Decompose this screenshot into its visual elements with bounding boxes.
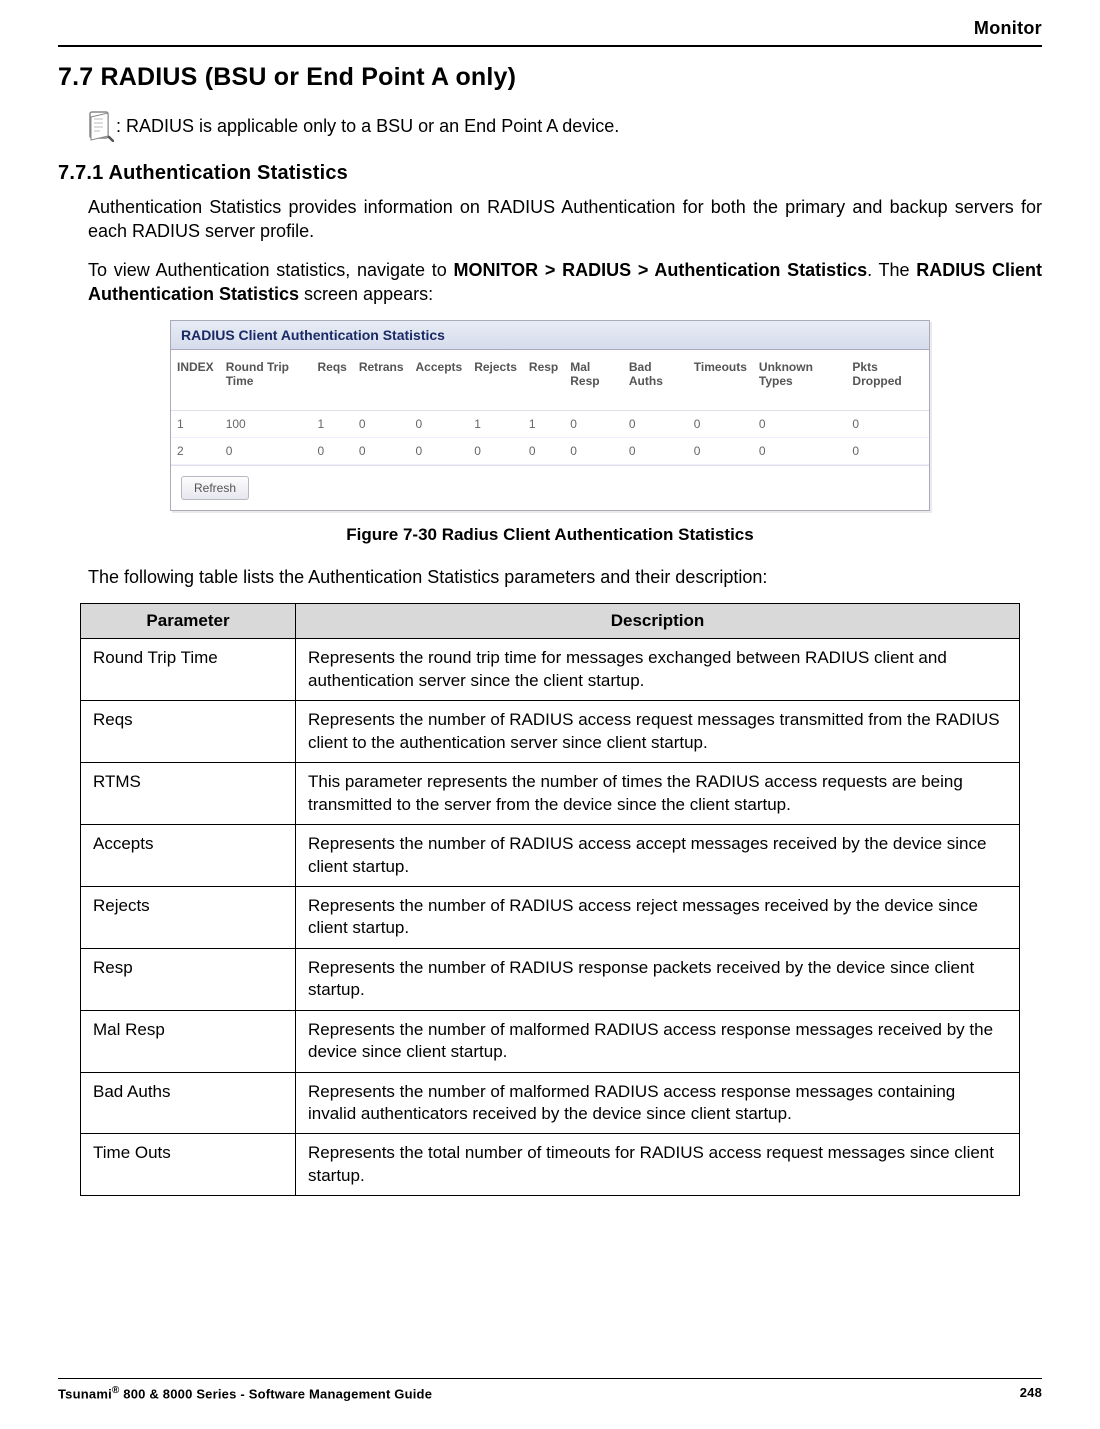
- param-name: Rejects: [81, 886, 296, 948]
- param-desc: Represents the number of malformed RADIU…: [296, 1072, 1020, 1134]
- cell: 2: [171, 438, 220, 465]
- param-name: Round Trip Time: [81, 639, 296, 701]
- cell: 0: [753, 411, 846, 438]
- p2-c: . The: [867, 260, 916, 280]
- cell: 0: [564, 411, 623, 438]
- param-row: RespRepresents the number of RADIUS resp…: [81, 948, 1020, 1010]
- param-row: Round Trip TimeRepresents the round trip…: [81, 639, 1020, 701]
- cell: 0: [468, 438, 523, 465]
- param-row: RejectsRepresents the number of RADIUS a…: [81, 886, 1020, 948]
- param-row: ReqsRepresents the number of RADIUS acce…: [81, 701, 1020, 763]
- param-desc: Represents the round trip time for messa…: [296, 639, 1020, 701]
- figure-caption: Figure 7-30 Radius Client Authentication…: [58, 525, 1042, 545]
- param-row: Mal RespRepresents the number of malform…: [81, 1010, 1020, 1072]
- section-title: RADIUS (BSU or End Point A only): [101, 63, 517, 91]
- cell: 1: [468, 411, 523, 438]
- cell: 1: [171, 411, 220, 438]
- cell: 0: [753, 438, 846, 465]
- param-desc: Represents the number of RADIUS access r…: [296, 886, 1020, 948]
- param-desc: This parameter represents the number of …: [296, 763, 1020, 825]
- page-number: 248: [1020, 1385, 1042, 1401]
- col-pktsdropped: Pkts Dropped: [846, 350, 929, 411]
- cell: 0: [220, 438, 312, 465]
- subsection-heading: 7.7.1 Authentication Statistics: [58, 162, 1042, 185]
- param-row: Time OutsRepresents the total number of …: [81, 1134, 1020, 1196]
- col-retrans: Retrans: [353, 350, 410, 411]
- page-footer: Tsunami® 800 & 8000 Series - Software Ma…: [58, 1378, 1042, 1401]
- refresh-button[interactable]: Refresh: [181, 476, 249, 500]
- table-intro: The following table lists the Authentica…: [88, 565, 1042, 589]
- cell: 0: [523, 438, 564, 465]
- param-desc: Represents the number of RADIUS response…: [296, 948, 1020, 1010]
- col-reqs: Reqs: [311, 350, 352, 411]
- col-timeouts: Timeouts: [688, 350, 753, 411]
- param-name: Resp: [81, 948, 296, 1010]
- cell: 0: [353, 411, 410, 438]
- footer-left: Tsunami® 800 & 8000 Series - Software Ma…: [58, 1385, 432, 1401]
- cell: 1: [523, 411, 564, 438]
- param-desc: Represents the total number of timeouts …: [296, 1134, 1020, 1196]
- p2-a: To view Authentication statistics, navig…: [88, 260, 454, 280]
- footer-rule: [58, 1378, 1042, 1379]
- note-text: : RADIUS is applicable only to a BSU or …: [116, 116, 619, 137]
- cell: 0: [353, 438, 410, 465]
- col-rejects: Rejects: [468, 350, 523, 411]
- section-number: 7.7: [58, 63, 93, 91]
- stats-table: INDEX Round Trip Time Reqs Retrans Accep…: [171, 350, 929, 465]
- subsection-title: Authentication Statistics: [109, 162, 348, 184]
- cell: 0: [564, 438, 623, 465]
- panel-title: RADIUS Client Authentication Statistics: [171, 321, 929, 350]
- cell: 0: [623, 438, 688, 465]
- paragraph-1: Authentication Statistics provides infor…: [88, 195, 1042, 244]
- param-name: Mal Resp: [81, 1010, 296, 1072]
- param-row: Bad AuthsRepresents the number of malfor…: [81, 1072, 1020, 1134]
- param-desc: Represents the number of malformed RADIU…: [296, 1010, 1020, 1072]
- col-index: INDEX: [171, 350, 220, 411]
- subsection-number: 7.7.1: [58, 162, 103, 184]
- table-row: 2 0 0 0 0 0 0 0 0 0 0 0: [171, 438, 929, 465]
- section-heading: 7.7 RADIUS (BSU or End Point A only): [58, 63, 1042, 92]
- paragraph-2: To view Authentication statistics, navig…: [88, 258, 1042, 307]
- cell: 0: [688, 438, 753, 465]
- p2-e: screen appears:: [299, 284, 433, 304]
- cell: 100: [220, 411, 312, 438]
- note-block: : RADIUS is applicable only to a BSU or …: [88, 110, 1042, 142]
- param-name: RTMS: [81, 763, 296, 825]
- cell: 0: [410, 411, 469, 438]
- params-col-description: Description: [296, 604, 1020, 639]
- running-header: Monitor: [58, 0, 1042, 45]
- param-name: Reqs: [81, 701, 296, 763]
- cell: 0: [688, 411, 753, 438]
- col-malresp: Mal Resp: [564, 350, 623, 411]
- param-name: Time Outs: [81, 1134, 296, 1196]
- param-name: Bad Auths: [81, 1072, 296, 1134]
- param-name: Accepts: [81, 825, 296, 887]
- cell: 0: [846, 438, 929, 465]
- cell: 0: [623, 411, 688, 438]
- col-accepts: Accepts: [410, 350, 469, 411]
- param-desc: Represents the number of RADIUS access r…: [296, 701, 1020, 763]
- cell: 0: [846, 411, 929, 438]
- embedded-screenshot: RADIUS Client Authentication Statistics …: [170, 320, 930, 511]
- cell: 0: [410, 438, 469, 465]
- param-desc: Represents the number of RADIUS access a…: [296, 825, 1020, 887]
- cell: 1: [311, 411, 352, 438]
- param-row: RTMSThis parameter represents the number…: [81, 763, 1020, 825]
- col-unknowntypes: Unknown Types: [753, 350, 846, 411]
- header-rule: [58, 45, 1042, 47]
- col-badauths: Bad Auths: [623, 350, 688, 411]
- col-rtt: Round Trip Time: [220, 350, 312, 411]
- params-col-parameter: Parameter: [81, 604, 296, 639]
- footer-series: 800 & 8000 Series - Software Management …: [119, 1386, 432, 1401]
- table-row: 1 100 1 0 0 1 1 0 0 0 0 0: [171, 411, 929, 438]
- col-resp: Resp: [523, 350, 564, 411]
- cell: 0: [311, 438, 352, 465]
- param-row: AcceptsRepresents the number of RADIUS a…: [81, 825, 1020, 887]
- footer-brand: Tsunami: [58, 1386, 112, 1401]
- note-icon: [88, 110, 114, 142]
- p2-nav-path: MONITOR > RADIUS > Authentication Statis…: [454, 260, 868, 280]
- parameters-table: Parameter Description Round Trip TimeRep…: [80, 603, 1020, 1196]
